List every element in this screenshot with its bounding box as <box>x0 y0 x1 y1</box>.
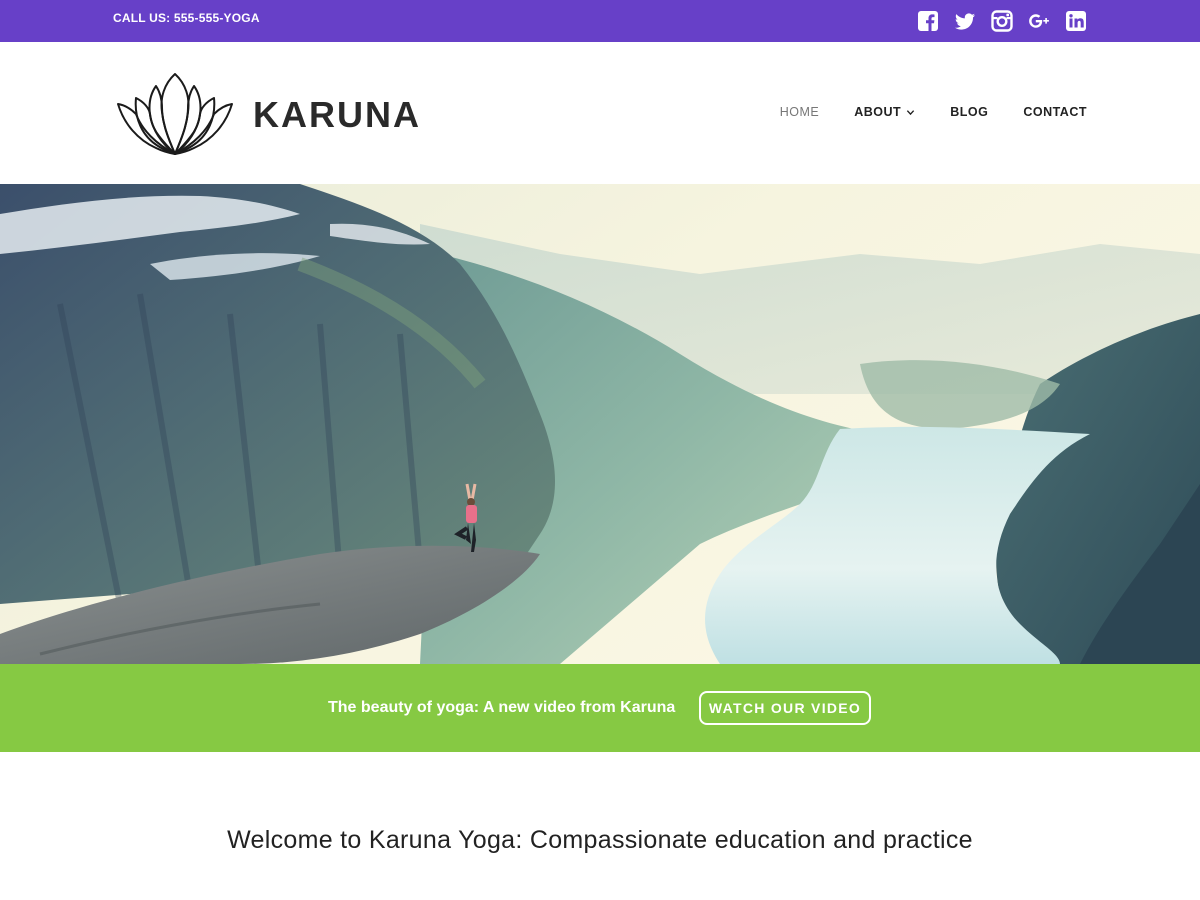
site-header: KARUNA HOME ABOUT BLOG CONTACT <box>0 42 1200 184</box>
nav-item-contact[interactable]: CONTACT <box>1023 105 1087 119</box>
google-plus-icon[interactable] <box>1028 10 1050 32</box>
top-bar: CALL US: 555-555-YOGA <box>0 0 1200 42</box>
cta-text: The beauty of yoga: A new video from Kar… <box>328 699 676 716</box>
hero-image <box>0 184 1200 664</box>
nav-item-label: HOME <box>779 105 820 119</box>
cta-band: The beauty of yoga: A new video from Kar… <box>0 664 1200 752</box>
watch-video-button[interactable]: WATCH OUR VIDEO <box>699 691 871 725</box>
lotus-logo[interactable] <box>116 72 234 156</box>
main-nav: HOME ABOUT BLOG CONTACT <box>780 105 1087 119</box>
nav-item-label: BLOG <box>950 105 989 119</box>
nav-item-home[interactable]: HOME <box>780 105 820 119</box>
call-us-text: CALL US: 555-555-YOGA <box>113 11 260 25</box>
brand-name[interactable]: KARUNA <box>253 94 421 136</box>
instagram-icon[interactable] <box>991 10 1013 32</box>
nav-item-about[interactable]: ABOUT <box>854 105 915 119</box>
nav-item-blog[interactable]: BLOG <box>950 105 988 119</box>
facebook-icon[interactable] <box>917 10 939 32</box>
social-links <box>917 10 1087 32</box>
nav-item-label: CONTACT <box>1023 105 1087 119</box>
linkedin-icon[interactable] <box>1065 10 1087 32</box>
welcome-heading: Welcome to Karuna Yoga: Compassionate ed… <box>227 826 973 854</box>
nav-item-label: ABOUT <box>854 105 902 119</box>
chevron-down-icon <box>907 109 915 115</box>
twitter-icon[interactable] <box>954 10 976 32</box>
